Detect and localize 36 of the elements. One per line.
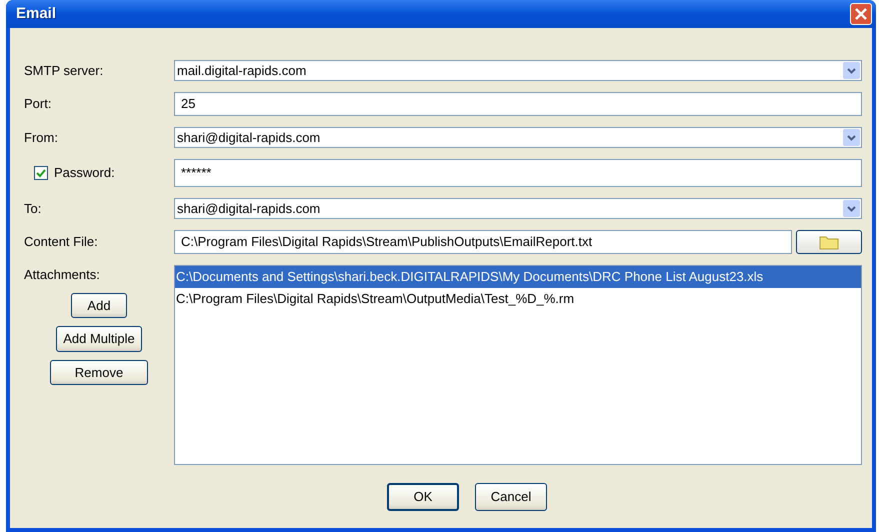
action-button[interactable]: Remove (50, 360, 148, 385)
input-field[interactable]: C:\Program Files\Digital Rapids\Stream\PublishOutputs\EmailReport.txt (174, 230, 792, 254)
password-field[interactable]: ****** (174, 159, 862, 187)
attachments-list[interactable]: C:\Documents and Settings\shari.beck.DIGITALRAPIDS\My Documents\DRC Phone List August23.xls C:\Program Files\Digital Rapids\Stream\OutputMedia\Test_%D_%.rm (174, 265, 862, 465)
dropdown-button[interactable] (843, 62, 860, 79)
action-button[interactable]: Add (71, 292, 127, 318)
field-label: Password: (54, 164, 115, 182)
attachments-label: Attachments: (24, 266, 101, 284)
browse-button[interactable] (796, 230, 862, 254)
combo-box[interactable]: shari@digital-rapids.com (174, 198, 862, 219)
dialog-button[interactable]: OK (387, 483, 459, 510)
list-item[interactable]: C:\Documents and Settings\shari.beck.DIGITALRAPIDS\My Documents\DRC Phone List August23.xls (175, 266, 861, 288)
field-label: SMTP server: (24, 62, 104, 80)
close-icon (854, 7, 868, 21)
combo-value: shari@digital-rapids.com (177, 128, 320, 147)
combo-value: shari@digital-rapids.com (177, 200, 320, 218)
action-button[interactable]: Add Multiple (56, 326, 142, 352)
field-label: From: (24, 128, 59, 147)
field-label: Port: (24, 95, 52, 114)
dialog-button[interactable]: Cancel (475, 483, 547, 510)
window-title: Email (15, 4, 56, 24)
combo-box[interactable]: shari@digital-rapids.com (174, 127, 862, 148)
dropdown-button[interactable] (843, 200, 860, 217)
dropdown-button[interactable] (843, 129, 860, 146)
folder-icon (819, 234, 839, 250)
list-item[interactable]: C:\Program Files\Digital Rapids\Stream\OutputMedia\Test_%D_%.rm (175, 288, 861, 309)
chevron-down-icon (847, 134, 856, 140)
combo-value: mail.digital-rapids.com (177, 62, 306, 80)
field-label: To: (24, 200, 42, 218)
password-checkbox[interactable] (34, 166, 48, 180)
chevron-down-icon (847, 206, 856, 212)
chevron-down-icon (847, 68, 856, 74)
close-button[interactable] (850, 3, 872, 25)
combo-box[interactable]: mail.digital-rapids.com (174, 60, 862, 81)
field-label: Content File: (24, 233, 99, 252)
input-field[interactable]: 25 (174, 92, 862, 116)
